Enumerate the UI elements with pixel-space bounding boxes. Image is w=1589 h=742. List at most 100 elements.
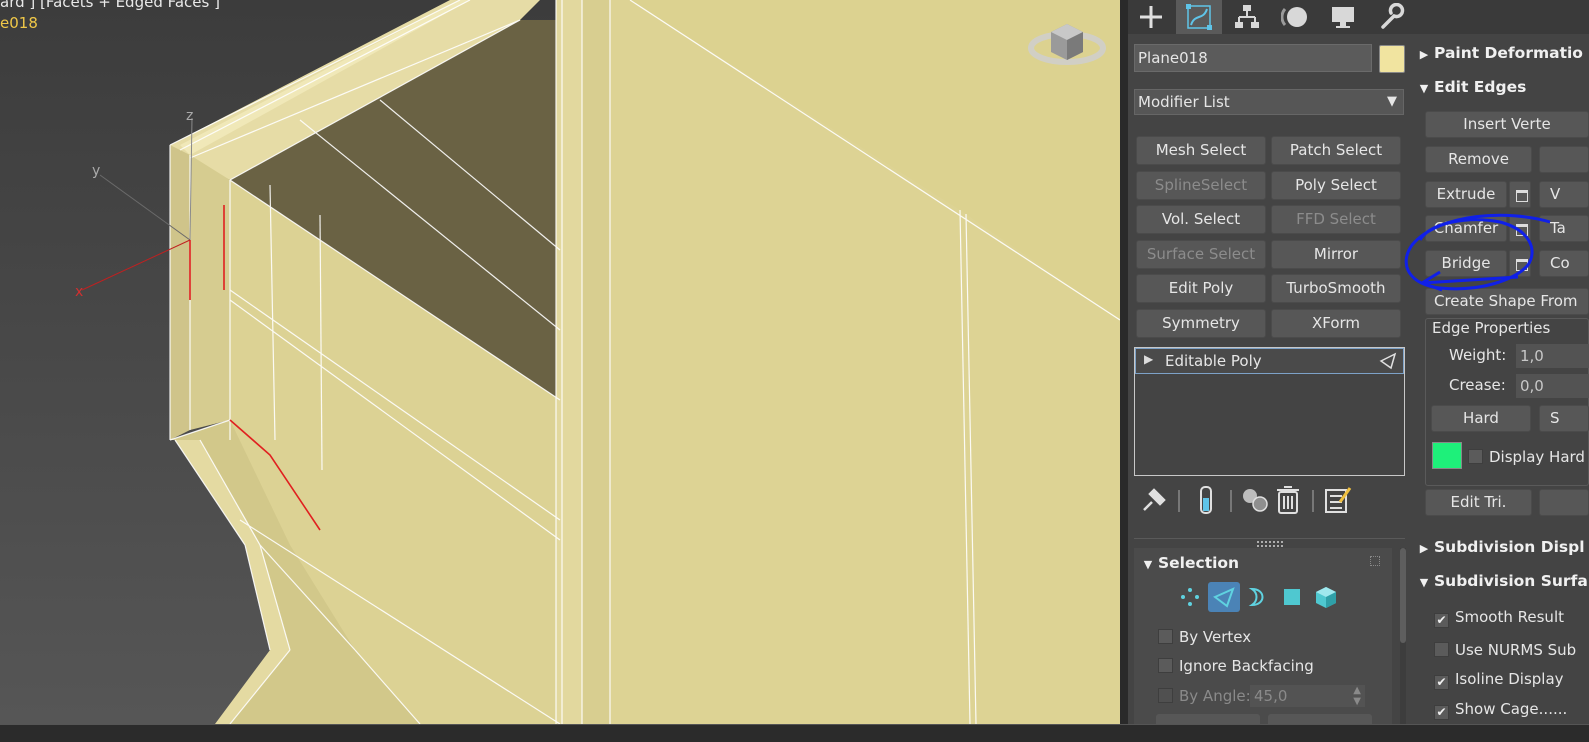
patch-select-button[interactable]: Patch Select bbox=[1271, 136, 1401, 165]
object-name-field[interactable] bbox=[1134, 44, 1372, 72]
selection-rollout-header[interactable]: ▼ Selection bbox=[1138, 548, 1239, 578]
trash-icon[interactable] bbox=[1272, 484, 1304, 516]
viewport-geometry[interactable]: z y x bbox=[0, 0, 1120, 724]
stack-item-editable-poly[interactable]: ▶ Editable Poly bbox=[1135, 348, 1404, 374]
display-hard-row[interactable]: Display Hard bbox=[1468, 446, 1585, 468]
show-cage-label: Show Cage...... bbox=[1455, 700, 1568, 718]
ignore-backfacing-row[interactable]: Ignore Backfacing bbox=[1158, 655, 1314, 677]
show-cage-checkbox[interactable]: ✔ bbox=[1434, 705, 1449, 720]
selection-title: Selection bbox=[1158, 554, 1240, 572]
weld-button[interactable]: V bbox=[1539, 181, 1589, 208]
surface-select-button[interactable]: Surface Select bbox=[1136, 240, 1266, 269]
scrollbar-thumb[interactable] bbox=[1400, 548, 1406, 643]
configure-sets-icon[interactable] bbox=[1322, 484, 1354, 516]
viewport-shading-label[interactable]: ard ] [Facets + Edged Faces ] bbox=[0, 0, 220, 11]
status-strip bbox=[0, 724, 1589, 742]
ignore-backfacing-checkbox[interactable] bbox=[1158, 658, 1173, 673]
expand-arrow-icon[interactable]: ▶ bbox=[1144, 352, 1153, 366]
insert-vertex-button[interactable]: Insert Verte bbox=[1425, 111, 1589, 138]
make-unique-icon[interactable] bbox=[1240, 484, 1272, 516]
ffd-select-button[interactable]: FFD Select bbox=[1271, 205, 1401, 234]
symmetry-button[interactable]: Symmetry bbox=[1136, 309, 1266, 338]
axis-z-label: z bbox=[186, 108, 193, 124]
by-angle-checkbox[interactable] bbox=[1158, 688, 1173, 703]
use-nurms-row[interactable]: Use NURMS Sub bbox=[1434, 639, 1576, 661]
xform-button[interactable]: XForm bbox=[1271, 309, 1401, 338]
spinner-arrows-icon[interactable]: ▲ ▼ bbox=[1353, 685, 1361, 707]
hard-button[interactable]: Hard bbox=[1431, 405, 1531, 432]
stack-toolbar bbox=[1134, 484, 1404, 518]
turn-button-partial[interactable] bbox=[1539, 489, 1589, 516]
spline-select-button[interactable]: SplineSelect bbox=[1136, 171, 1266, 200]
hierarchy-tab[interactable] bbox=[1224, 0, 1270, 34]
modifier-list-dropdown[interactable]: Modifier List ▼ bbox=[1134, 89, 1404, 115]
motion-tab[interactable] bbox=[1272, 0, 1318, 34]
edit-edges-header[interactable]: ▼ Edit Edges bbox=[1414, 72, 1527, 102]
isoline-display-row[interactable]: ✔ Isoline Display bbox=[1434, 668, 1564, 690]
viewport-panel-divider[interactable] bbox=[1120, 0, 1128, 724]
edit-tri-button[interactable]: Edit Tri. bbox=[1425, 489, 1532, 516]
edge-level-icon[interactable] bbox=[1208, 582, 1240, 612]
utilities-tab[interactable] bbox=[1368, 0, 1414, 34]
object-color-swatch[interactable] bbox=[1379, 45, 1405, 73]
hard-edge-color-swatch[interactable] bbox=[1432, 442, 1462, 469]
border-level-icon[interactable] bbox=[1242, 582, 1274, 612]
mesh-select-button[interactable]: Mesh Select bbox=[1136, 136, 1266, 165]
modifier-stack[interactable]: ▶ Editable Poly bbox=[1134, 347, 1405, 476]
poly-select-button[interactable]: Poly Select bbox=[1271, 171, 1401, 200]
collapse-triangle-icon: ▼ bbox=[1419, 82, 1429, 95]
turbosmooth-button[interactable]: TurboSmooth bbox=[1271, 274, 1401, 303]
subobject-level-icons bbox=[1174, 582, 1354, 616]
smooth-result-row[interactable]: ✔ Smooth Result bbox=[1434, 606, 1564, 628]
monitor-icon bbox=[1332, 7, 1354, 28]
angle-spinner[interactable]: 45,0 ▲ ▼ bbox=[1250, 685, 1365, 707]
isoline-display-checkbox[interactable]: ✔ bbox=[1434, 675, 1449, 690]
display-hard-checkbox[interactable] bbox=[1468, 449, 1483, 464]
element-level-icon[interactable] bbox=[1310, 582, 1342, 612]
by-vertex-checkbox[interactable] bbox=[1158, 629, 1173, 644]
remove-button[interactable]: Remove bbox=[1425, 146, 1532, 173]
polygon-level-icon[interactable] bbox=[1276, 582, 1308, 612]
expand-triangle-icon: ▶ bbox=[1419, 542, 1429, 555]
create-tab[interactable] bbox=[1128, 0, 1174, 34]
weight-spinner[interactable]: 1,0 bbox=[1516, 344, 1589, 368]
partial-button[interactable] bbox=[1156, 714, 1260, 724]
smooth-button[interactable]: S bbox=[1539, 405, 1589, 432]
isoline-display-label: Isoline Display bbox=[1455, 670, 1564, 688]
viewport[interactable]: z y x ard ] [Facets + Edged Faces ] e018 bbox=[0, 0, 1120, 724]
extrude-settings-icon[interactable] bbox=[1509, 181, 1531, 208]
angle-value: 45,0 bbox=[1254, 687, 1288, 705]
display-tab[interactable] bbox=[1320, 0, 1366, 34]
vol-select-button[interactable]: Vol. Select bbox=[1136, 205, 1266, 234]
use-nurms-checkbox[interactable] bbox=[1434, 642, 1449, 657]
modifier-list-label: Modifier List bbox=[1138, 93, 1230, 111]
mirror-button[interactable]: Mirror bbox=[1271, 240, 1401, 269]
edit-poly-button[interactable]: Edit Poly bbox=[1136, 274, 1266, 303]
toolbar-separator bbox=[1312, 490, 1314, 512]
partial-button[interactable] bbox=[1268, 714, 1372, 724]
edge-subobject-icon bbox=[1379, 352, 1397, 374]
split-button-partial[interactable] bbox=[1539, 146, 1589, 173]
viewport-object-label: e018 bbox=[0, 14, 38, 32]
show-cage-row[interactable]: ✔ Show Cage...... bbox=[1434, 698, 1567, 720]
smooth-result-checkbox[interactable]: ✔ bbox=[1434, 613, 1449, 628]
paint-deformation-header[interactable]: ▶ Paint Deformatio bbox=[1414, 38, 1583, 68]
by-angle-row[interactable]: By Angle: bbox=[1158, 685, 1251, 707]
vertex-level-icon[interactable] bbox=[1174, 582, 1206, 612]
show-end-result-icon[interactable] bbox=[1190, 484, 1222, 516]
by-vertex-row[interactable]: By Vertex bbox=[1158, 626, 1251, 648]
paint-deformation-title: Paint Deformatio bbox=[1434, 44, 1583, 62]
collapse-triangle-icon: ▼ bbox=[1143, 558, 1153, 571]
crease-spinner[interactable]: 0,0 bbox=[1516, 374, 1589, 398]
expand-triangle-icon: ▶ bbox=[1419, 48, 1429, 61]
panel-scrollbar[interactable] bbox=[1400, 548, 1406, 724]
extrude-button[interactable]: Extrude bbox=[1425, 181, 1507, 208]
use-nurms-label: Use NURMS Sub bbox=[1455, 641, 1577, 659]
viewcube-icon[interactable] bbox=[1027, 10, 1107, 70]
display-hard-label: Display Hard bbox=[1489, 448, 1585, 466]
pin-stack-icon[interactable] bbox=[1138, 484, 1170, 516]
modify-tab[interactable] bbox=[1176, 0, 1222, 34]
subdivision-displacement-header[interactable]: ▶ Subdivision Displ bbox=[1414, 532, 1585, 562]
subdivision-surface-header[interactable]: ▼ Subdivision Surfa bbox=[1414, 566, 1588, 596]
chevron-down-icon: ▼ bbox=[1387, 94, 1397, 109]
